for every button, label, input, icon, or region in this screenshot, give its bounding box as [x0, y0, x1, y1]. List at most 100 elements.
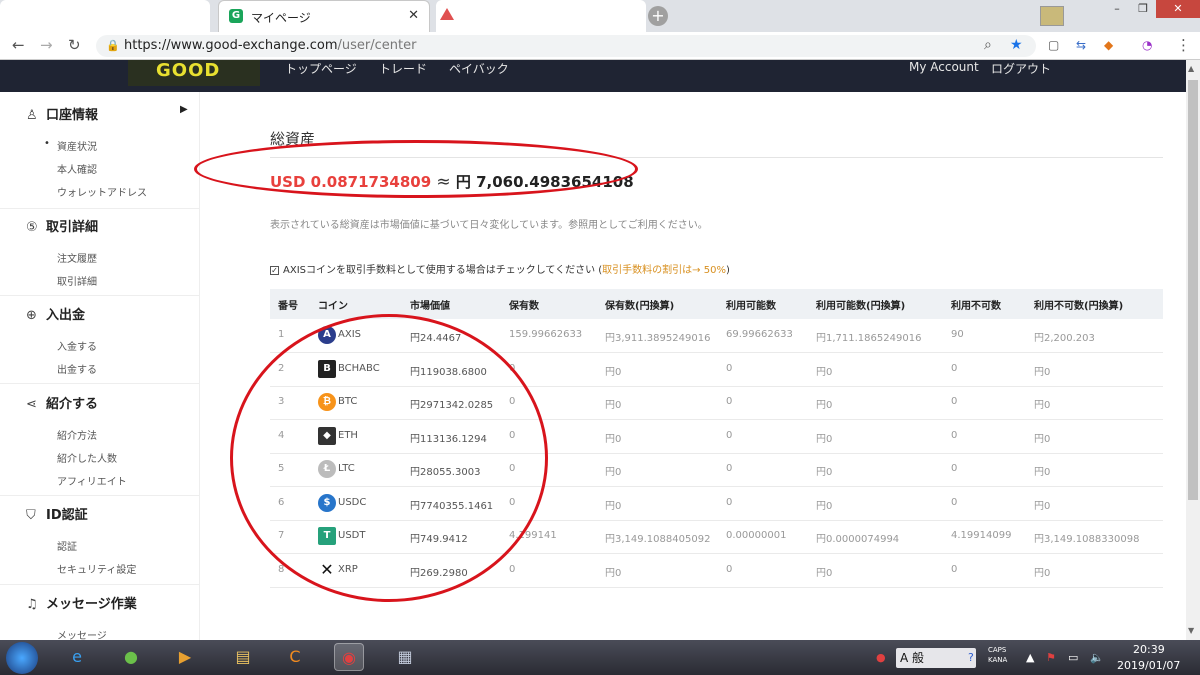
- action-center-icon[interactable]: ⚑: [1046, 651, 1056, 664]
- clock-date[interactable]: 2019/01/07: [1117, 659, 1180, 672]
- profile-icon[interactable]: ◔: [1142, 38, 1152, 52]
- forward-icon[interactable]: →: [40, 36, 53, 54]
- col-number: 番号: [278, 301, 298, 312]
- available-jpy: 円1,711.1865249016: [816, 333, 922, 344]
- holdings-jpy: 円0: [605, 500, 622, 512]
- sidebar-section-referral[interactable]: ⋖ 紹介する: [26, 393, 98, 412]
- market-value: 円113136.1294: [410, 433, 487, 445]
- available-jpy: 円0: [816, 400, 833, 411]
- table-row: B 2 BCHABC 円119038.6800 0 円0 0 円0 0 円0: [270, 353, 1163, 387]
- network-icon[interactable]: ▭: [1068, 651, 1078, 664]
- tab-my-page[interactable]: G マイページ ✕: [218, 0, 430, 32]
- url-path: /user/center: [337, 38, 417, 53]
- checkbox-label: AXISコインを取引手数料として使用する場合はチェックしてください (: [283, 265, 603, 276]
- lock-icon: 🔒: [106, 39, 120, 52]
- address-bar[interactable]: 🔒 https://www.good-exchange.com/user/cen…: [96, 35, 1036, 57]
- reload-icon[interactable]: ↻: [68, 36, 81, 54]
- internet-explorer-icon[interactable]: e: [62, 643, 92, 671]
- menu-icon[interactable]: ⋮: [1176, 36, 1191, 54]
- tab-title: マイページ: [251, 11, 311, 25]
- help-icon[interactable]: ?: [968, 651, 974, 664]
- sidebar-item-affiliate[interactable]: アフィリエイト: [57, 473, 127, 488]
- nav-trade[interactable]: トレード: [379, 60, 427, 77]
- sidebar-item-verify[interactable]: 認証: [57, 538, 77, 553]
- shield-icon: ⛉: [26, 508, 36, 523]
- nav-payback[interactable]: ペイバック: [449, 60, 509, 77]
- divider: [0, 584, 200, 585]
- sidebar-item-trade-detail[interactable]: 取引詳細: [57, 273, 97, 288]
- tab-blank[interactable]: [0, 0, 210, 32]
- close-window-button[interactable]: ✕: [1156, 0, 1200, 18]
- scroll-thumb[interactable]: [1188, 80, 1198, 500]
- market-value: 円7740355.1461: [410, 500, 494, 512]
- sidebar-item-orders[interactable]: 注文履歴: [57, 250, 97, 265]
- sidebar-item-security[interactable]: セキュリティ設定: [57, 561, 136, 576]
- sidebar-item-deposit[interactable]: 入金する: [57, 338, 97, 353]
- total-jpy: 円 7,060.4983654108: [455, 173, 634, 191]
- holdings-jpy: 円0: [605, 366, 622, 378]
- ime-bar[interactable]: A 般: [896, 648, 976, 668]
- green-app-icon[interactable]: ●: [116, 643, 146, 671]
- calculator-icon[interactable]: ▦: [390, 643, 420, 671]
- chrome-icon[interactable]: ◉: [334, 643, 364, 671]
- sidebar-item-withdraw[interactable]: 出金する: [57, 361, 97, 376]
- bell-icon: ♫: [26, 597, 38, 612]
- nav-my-account[interactable]: My Account: [909, 60, 979, 74]
- site-logo[interactable]: GOOD: [156, 60, 220, 81]
- axis-fee-option: ✓ AXISコインを取引手数料として使用する場合はチェックしてください (取引手数…: [270, 261, 730, 276]
- sidebar-section-deposit[interactable]: ⊕ 入出金: [26, 304, 85, 323]
- coin-name: LTC: [338, 463, 355, 474]
- nav-logout[interactable]: ログアウト: [991, 60, 1051, 77]
- title-divider: [270, 157, 1163, 158]
- fee-discount-link[interactable]: 取引手数料の割引は→ 50%: [602, 265, 726, 276]
- good-favicon-icon: G: [229, 9, 243, 23]
- sidebar-section-id[interactable]: ⛉ ID認証: [26, 504, 88, 523]
- sidebar-section-messages[interactable]: ♫ メッセージ作業: [26, 593, 137, 612]
- extension-search-icon[interactable]: ▢: [1048, 38, 1059, 52]
- scroll-down-icon[interactable]: ▼: [1188, 626, 1194, 635]
- clock-time[interactable]: 20:39: [1133, 643, 1165, 656]
- volume-icon[interactable]: 🔈: [1090, 651, 1104, 664]
- scroll-up-icon[interactable]: ▲: [1188, 64, 1194, 73]
- explorer-folder-icon[interactable]: ▤: [228, 643, 258, 671]
- xrp-coin-icon: ✕: [320, 559, 334, 579]
- sidebar-item-assets[interactable]: 資産状況: [44, 138, 97, 153]
- metamask-icon[interactable]: ◆: [1104, 38, 1113, 52]
- translate-icon[interactable]: ⇆: [1076, 38, 1086, 52]
- minimize-button[interactable]: –: [1104, 0, 1130, 18]
- new-tab-button[interactable]: +: [648, 6, 668, 26]
- unavailable-jpy: 円2,200.203: [1034, 333, 1095, 344]
- nav-top[interactable]: トップページ: [285, 60, 357, 77]
- row-number: 8: [278, 563, 285, 575]
- holdings: 0: [509, 362, 516, 374]
- start-button[interactable]: [6, 642, 38, 674]
- available: 0: [726, 396, 733, 407]
- sidebar-section-trades[interactable]: ⑤ 取引詳細: [26, 216, 98, 235]
- sidebar-item-identity[interactable]: 本人確認: [57, 161, 97, 176]
- zoom-icon[interactable]: ⌕: [984, 37, 992, 53]
- alert-icon[interactable]: ●: [876, 651, 886, 664]
- sidebar-item-referral-count[interactable]: 紹介した人数: [57, 450, 117, 465]
- holdings: 4.199141: [509, 530, 557, 541]
- table-row: Ł 5 LTC 円28055.3003 0 円0 0 円0 0 円0: [270, 453, 1163, 487]
- unavailable: 0: [951, 429, 958, 441]
- holdings: 159.99662633: [509, 329, 583, 340]
- sidebar-item-referral-method[interactable]: 紹介方法: [57, 427, 97, 442]
- media-player-icon[interactable]: ▶: [170, 643, 200, 671]
- tab-other[interactable]: [436, 0, 646, 32]
- row-number: 3: [278, 396, 285, 407]
- tray-expand-icon[interactable]: ▲: [1026, 651, 1034, 664]
- restore-button[interactable]: ❐: [1130, 0, 1156, 18]
- bookmark-star-icon[interactable]: ★: [1010, 37, 1023, 53]
- sidebar-section-account[interactable]: ♙ 口座情報: [26, 104, 98, 123]
- total-usd: USD 0.0871734809: [270, 173, 432, 191]
- axis-fee-checkbox[interactable]: ✓: [270, 265, 279, 275]
- page-scrollbar[interactable]: ▲ ▼: [1186, 60, 1200, 640]
- back-icon[interactable]: ←: [12, 36, 25, 54]
- c-app-icon[interactable]: C: [280, 643, 310, 671]
- sidebar-item-wallet[interactable]: ウォレットアドレス: [57, 184, 147, 199]
- row-number: 5: [278, 463, 285, 474]
- col-unavailable-jpy: 利用不可数(円換算): [1034, 301, 1124, 312]
- close-tab-icon[interactable]: ✕: [408, 8, 419, 23]
- btc-coin-icon: ₿: [318, 393, 336, 411]
